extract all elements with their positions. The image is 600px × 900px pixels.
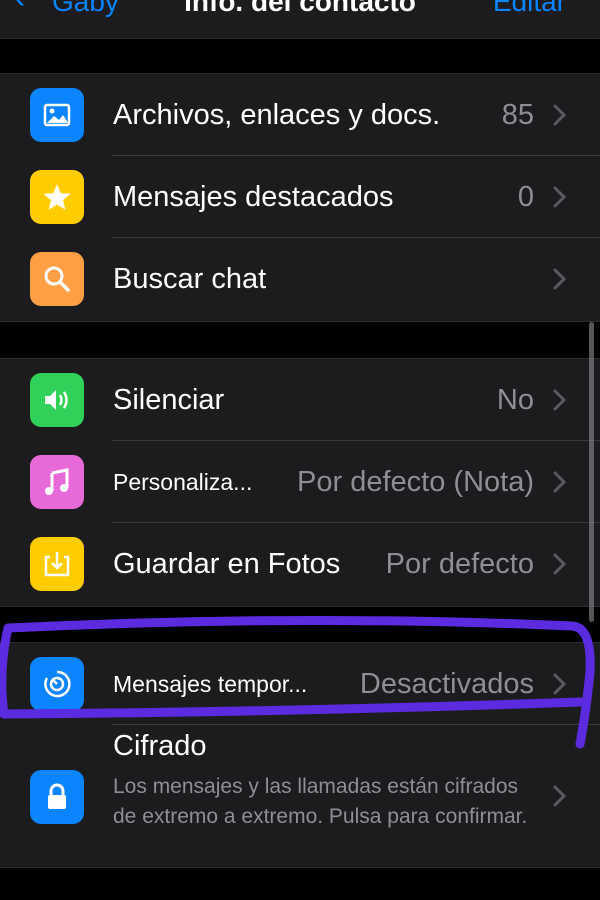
photo-icon [30, 88, 84, 142]
scrollbar[interactable] [589, 322, 594, 622]
chevron-right-icon [550, 470, 570, 494]
row-label: Buscar chat [113, 263, 267, 295]
chevron-right-icon [550, 103, 570, 127]
row-silenciar[interactable]: Silenciar No [0, 359, 600, 441]
row-label: Mensajes destacados [113, 181, 394, 213]
chevron-right-icon [550, 185, 570, 209]
cifrado-title: Cifrado [113, 730, 207, 762]
chevron-right-icon [550, 267, 570, 291]
star-icon [30, 170, 84, 224]
row-value: No [496, 384, 534, 416]
lock-icon [30, 770, 84, 824]
nav-bar: ‹ Gaby Info. del contacto Editar [0, 0, 600, 39]
row-value: 85 [501, 99, 534, 131]
chevron-right-icon [550, 784, 570, 808]
row-value: 0 [517, 181, 534, 213]
row-label: Guardar en Fotos [113, 548, 341, 580]
search-icon [30, 252, 84, 306]
row-guardar-fotos[interactable]: Guardar en Fotos Por defecto [0, 523, 600, 605]
row-destacados[interactable]: Mensajes destacados 0 [0, 156, 600, 238]
timer-icon [30, 657, 84, 711]
row-label: Personaliza... [113, 469, 253, 495]
chevron-right-icon [550, 388, 570, 412]
row-archivos[interactable]: Archivos, enlaces y docs. 85 [0, 74, 600, 156]
settings-group: Silenciar No Personaliza... Por defecto … [0, 358, 600, 607]
music-note-icon [30, 455, 84, 509]
row-value: Por defecto (Nota) [297, 466, 534, 498]
row-buscar[interactable]: Buscar chat [0, 238, 600, 320]
row-mensajes-temporales[interactable]: Mensajes tempor... Desactivados [0, 643, 600, 725]
chevron-right-icon [550, 672, 570, 696]
row-value: Por defecto [385, 548, 534, 580]
save-download-icon [30, 537, 84, 591]
edit-button[interactable]: Editar [493, 0, 566, 18]
speaker-icon [30, 373, 84, 427]
row-value: Desactivados [359, 668, 534, 700]
chevron-right-icon [550, 552, 570, 576]
row-label: Mensajes tempor... [113, 671, 308, 697]
cifrado-description: Los mensajes y las llamadas están cifrad… [113, 775, 528, 828]
media-group: Archivos, enlaces y docs. 85 Mensajes de… [0, 73, 600, 322]
row-label: Archivos, enlaces y docs. [113, 99, 441, 131]
row-label: Silenciar [113, 384, 225, 416]
row-personalizar[interactable]: Personaliza... Por defecto (Nota) [0, 441, 600, 523]
